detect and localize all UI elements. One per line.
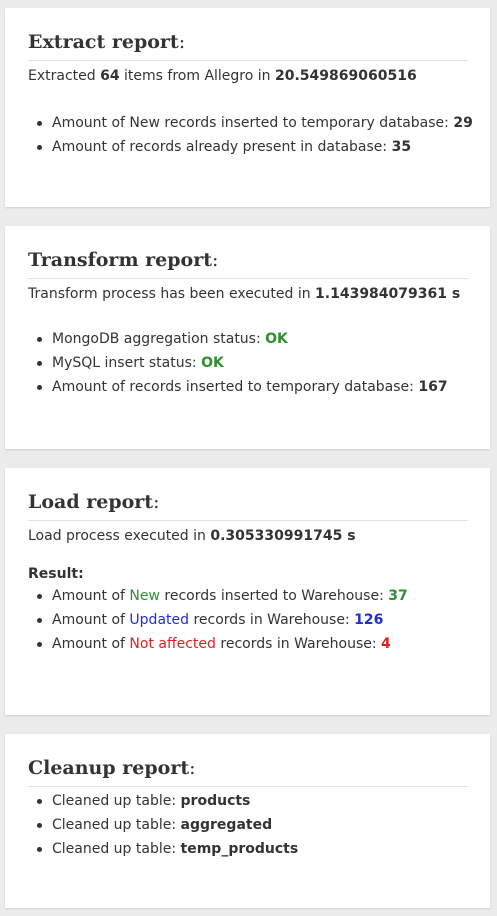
list-item: Cleaned up table: aggregated — [28, 813, 468, 837]
transform-stats-list: MongoDB aggregation status: OK MySQL ins… — [28, 327, 468, 399]
list-item: Amount of Not affected records in Wareho… — [28, 632, 468, 656]
load-report-header: Load report: — [28, 468, 468, 521]
cleanup-report-card: Cleanup report: Cleaned up table: produc… — [5, 734, 490, 908]
list-item: Amount of New records inserted to tempor… — [28, 111, 473, 135]
list-item: Amount of New records inserted to Wareho… — [28, 584, 468, 608]
cleanup-report-title: Cleanup report: — [28, 757, 196, 779]
extracted-items-count: 64 — [100, 68, 120, 84]
cleanup-report-header: Cleanup report: — [28, 734, 468, 787]
transform-report-title: Transform report: — [28, 249, 219, 271]
transform-report-header: Transform report: — [28, 226, 468, 279]
list-item: MongoDB aggregation status: OK — [28, 327, 468, 351]
status-badge: OK — [265, 331, 288, 347]
extract-report-card: Extract report: Extracted 64 items from … — [5, 8, 490, 207]
load-report-card: Load report: Load process executed in 0.… — [5, 468, 490, 715]
extract-stats-list: Amount of New records inserted to tempor… — [28, 111, 473, 159]
extract-report-header: Extract report: — [28, 8, 468, 61]
transform-duration: 1.143984079361 s — [315, 286, 461, 302]
extract-duration: 20.549869060516 — [275, 68, 417, 84]
list-item: Amount of records already present in dat… — [28, 135, 468, 159]
load-summary: Load process executed in 0.305330991745 … — [28, 528, 356, 544]
transform-report-card: Transform report: Transform process has … — [5, 226, 490, 449]
load-duration: 0.305330991745 s — [210, 528, 356, 544]
result-label: Result: — [28, 566, 84, 582]
list-item: MySQL insert status: OK — [28, 351, 468, 375]
cleanup-tables-list: Cleaned up table: products Cleaned up ta… — [28, 789, 468, 861]
extract-report-title: Extract report: — [28, 31, 186, 53]
load-report-title: Load report: — [28, 491, 160, 513]
transform-summary: Transform process has been executed in 1… — [28, 286, 461, 302]
list-item: Amount of Updated records in Warehouse: … — [28, 608, 468, 632]
list-item: Cleaned up table: temp_products — [28, 837, 468, 861]
extract-summary: Extracted 64 items from Allegro in 20.54… — [28, 68, 417, 84]
list-item: Cleaned up table: products — [28, 789, 468, 813]
load-stats-list: Amount of New records inserted to Wareho… — [28, 584, 468, 656]
list-item: Amount of records inserted to temporary … — [28, 375, 468, 399]
status-badge: OK — [201, 355, 224, 371]
